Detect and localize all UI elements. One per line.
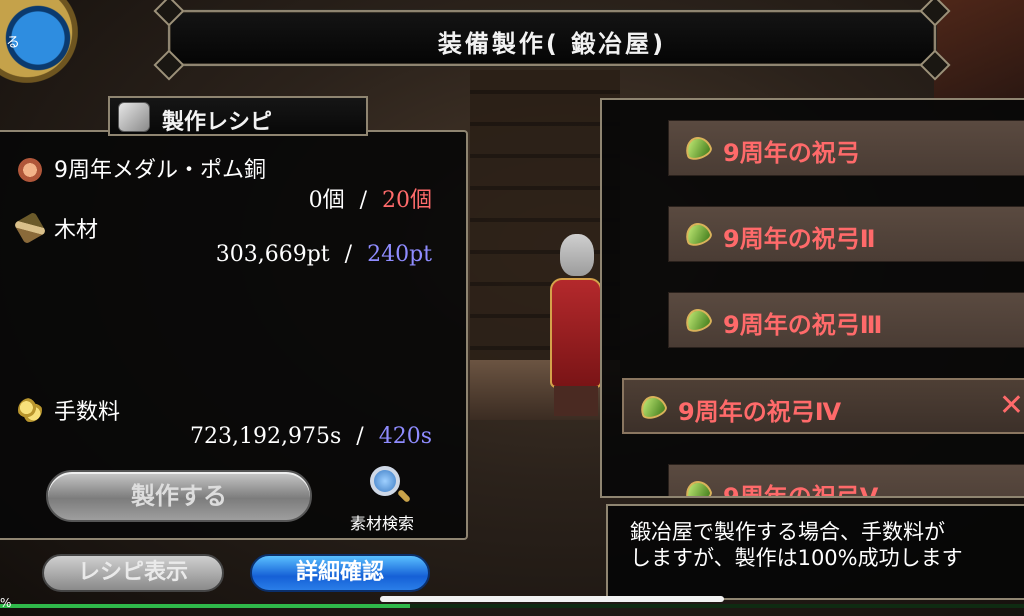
material-have: 303,669pt <box>215 242 330 267</box>
material-need: 20個 <box>382 188 432 213</box>
equipment-list-panel: 9周年の祝弓 9周年の祝弓Ⅱ 9周年の祝弓Ⅲ 9周年の祝弓Ⅳ ✕ 9周年の祝弓Ⅴ <box>600 98 1024 498</box>
message-line-2: しますが、製作は100%成功します <box>630 546 963 570</box>
bow-icon <box>682 219 714 249</box>
character-head <box>560 234 594 276</box>
bow-icon <box>682 305 714 335</box>
percent-label: % <box>0 596 12 610</box>
list-item[interactable]: 9周年の祝弓Ⅲ <box>668 292 1024 348</box>
fee-need: 420s <box>378 424 432 449</box>
window-title: 装備製作( 鍛冶屋) <box>437 30 667 58</box>
list-item-selected[interactable]: 9周年の祝弓Ⅳ ✕ <box>622 378 1024 434</box>
progress-fill <box>0 604 410 608</box>
window-title-bar: 装備製作( 鍛冶屋) <box>153 0 951 81</box>
bow-icon <box>682 133 714 163</box>
character-legs <box>554 386 598 416</box>
list-item-label: 9周年の祝弓Ⅲ <box>723 311 883 339</box>
recipe-book-icon <box>118 102 150 132</box>
fee-label: 手数料 <box>54 400 121 425</box>
fee-amount: 723,192,975s / 420s <box>190 424 432 449</box>
separator: / <box>359 188 367 213</box>
material-amount: 303,669pt / 240pt <box>216 242 432 267</box>
message-box: 鍛冶屋で製作する場合、手数料が しますが、製作は100%成功します <box>606 504 1024 600</box>
material-have: 0個 <box>308 188 345 213</box>
bow-icon <box>682 477 714 496</box>
list-item-label: 9周年の祝弓 <box>723 139 860 167</box>
list-item-label: 9周年の祝弓Ⅳ <box>678 398 842 426</box>
separator: / <box>344 242 353 267</box>
list-item[interactable]: 9周年の祝弓 <box>668 120 1024 176</box>
fee-have: 723,192,975s <box>190 424 342 449</box>
material-search-button[interactable]: 素材検索 <box>350 510 414 534</box>
character-body <box>550 278 602 388</box>
bow-icon <box>637 392 669 422</box>
recipe-header-label: 製作レシピ <box>162 110 273 135</box>
list-item-label: 9周年の祝弓Ⅱ <box>723 225 876 253</box>
recipe-header: 製作レシピ <box>108 96 368 136</box>
home-indicator[interactable] <box>380 596 724 602</box>
material-name: 9周年メダル・ポム銅 <box>54 158 266 183</box>
material-need: 240pt <box>367 242 432 267</box>
menu-badge-label: る <box>6 35 20 51</box>
close-icon[interactable]: ✕ <box>999 388 1024 423</box>
list-item[interactable]: 9周年の祝弓Ⅱ <box>668 206 1024 262</box>
list-item[interactable]: 9周年の祝弓Ⅴ <box>668 464 1024 498</box>
material-name: 木材 <box>54 218 99 243</box>
recipe-view-button[interactable]: レシピ表示 <box>42 554 224 592</box>
craft-button[interactable]: 製作する <box>46 470 312 522</box>
magnifier-icon[interactable] <box>370 466 400 496</box>
separator: / <box>356 424 364 449</box>
list-item-label: 9周年の祝弓Ⅴ <box>723 483 879 498</box>
material-amount: 0個 / 20個 <box>309 182 432 214</box>
medal-icon <box>18 158 42 182</box>
coins-icon <box>18 398 42 422</box>
detail-button[interactable]: 詳細確認 <box>250 554 430 592</box>
progress-bar <box>0 604 1024 608</box>
